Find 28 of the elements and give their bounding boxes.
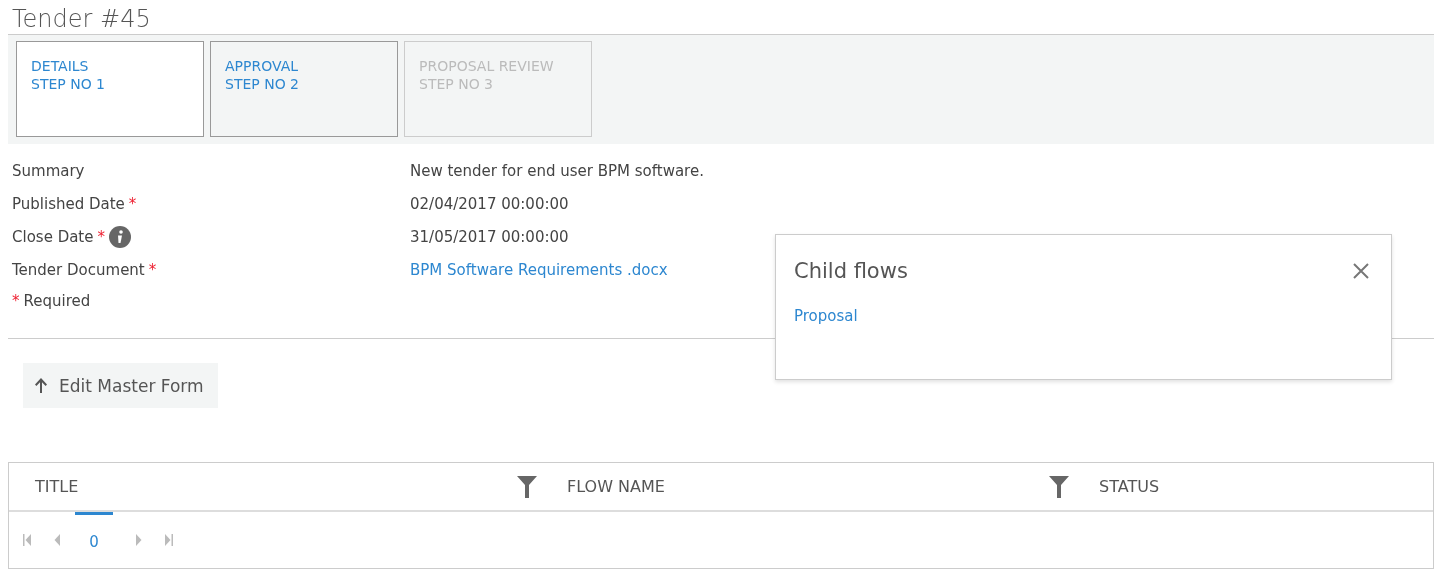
column-header[interactable]: FLOW NAME: [567, 477, 665, 496]
document-link[interactable]: BPM Software Requirements .docx: [410, 260, 668, 279]
field-value: 02/04/2017 00:00:00: [410, 194, 569, 213]
edit-master-form-button[interactable]: Edit Master Form: [23, 363, 218, 408]
field-value: New tender for end user BPM software.: [410, 161, 704, 180]
filter-icon[interactable]: [517, 475, 537, 498]
column-header[interactable]: TITLE: [35, 477, 79, 496]
filter-icon[interactable]: [1049, 475, 1069, 498]
close-icon[interactable]: [1353, 263, 1369, 279]
required-asterisk: *: [148, 260, 157, 279]
field-label: Published Date: [12, 194, 125, 213]
arrow-up-icon: [35, 378, 47, 393]
child-flow-link[interactable]: Proposal: [794, 307, 858, 325]
required-note: Required: [23, 292, 91, 310]
required-asterisk: *: [97, 227, 105, 246]
field-label: Close Date: [12, 227, 94, 246]
step-tab[interactable]: APPROVAL STEP NO 2: [210, 41, 398, 137]
field-label: Tender Document: [12, 260, 145, 279]
popup-title: Child flows: [794, 259, 908, 283]
step-tab[interactable]: DETAILS STEP NO 1: [16, 41, 204, 137]
page-number[interactable]: 0: [75, 512, 113, 568]
page-title: Tender #45: [12, 5, 151, 34]
field-value: 31/05/2017 00:00:00: [410, 227, 569, 246]
required-asterisk: *: [128, 194, 137, 213]
column-header[interactable]: STATUS: [1099, 477, 1160, 496]
field-label: Summary: [12, 161, 85, 180]
info-icon[interactable]: [109, 225, 131, 248]
required-asterisk: *: [12, 292, 20, 310]
